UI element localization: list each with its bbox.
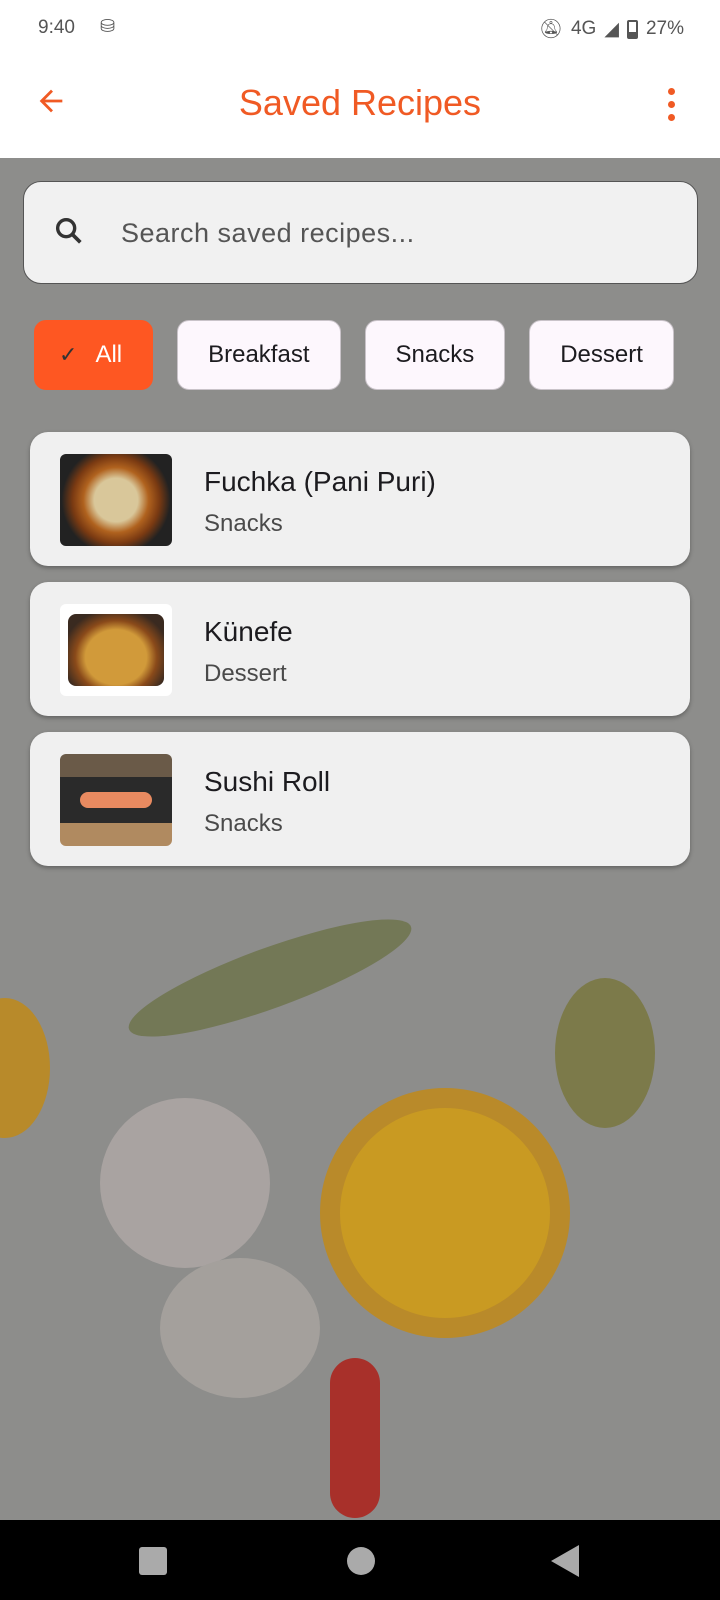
check-icon: ✓ xyxy=(59,342,78,367)
more-options-button[interactable] xyxy=(668,88,676,127)
back-nav-button[interactable] xyxy=(551,1545,579,1577)
search-icon xyxy=(55,217,82,244)
battery-icon xyxy=(626,19,638,39)
filter-chip-dessert[interactable]: Dessert xyxy=(529,320,674,390)
chip-label: Dessert xyxy=(560,341,643,368)
recipe-name: Künefe xyxy=(204,616,293,647)
search-input[interactable]: Search saved recipes... xyxy=(23,181,698,284)
recipe-name: Sushi Roll xyxy=(204,766,331,797)
home-button[interactable] xyxy=(347,1547,375,1575)
search-placeholder: Search saved recipes... xyxy=(121,218,415,248)
page-title: Saved Recipes xyxy=(238,82,482,123)
recipe-name: Fuchka (Pani Puri) xyxy=(204,466,436,497)
recipe-card[interactable]: Fuchka (Pani Puri) Snacks xyxy=(30,432,690,566)
notifications-off-icon: 🔕︎ xyxy=(538,19,563,40)
chip-label: Breakfast xyxy=(208,341,310,368)
category-filters: ✓ All Breakfast Snacks Dessert xyxy=(34,320,674,390)
signal-icon: ◢ xyxy=(604,18,619,40)
chip-label: Snacks xyxy=(395,341,475,368)
filter-chip-snacks[interactable]: Snacks xyxy=(364,320,506,390)
system-navigation-bar xyxy=(0,1520,720,1600)
status-bar: 9:40 ⛁ 🔕︎ 4G ◢ 27% xyxy=(0,0,720,56)
database-warning-icon: ⛁ xyxy=(100,16,116,36)
recipe-image xyxy=(60,604,172,696)
app-bar: Saved Recipes xyxy=(0,56,720,158)
filter-chip-all[interactable]: ✓ All xyxy=(34,320,154,390)
recipe-category: Dessert xyxy=(204,660,287,687)
battery-percent: 27% xyxy=(645,18,684,39)
recipe-category: Snacks xyxy=(204,510,283,537)
recipe-card[interactable]: Sushi Roll Snacks xyxy=(30,732,690,866)
recipe-card[interactable]: Künefe Dessert xyxy=(30,582,690,716)
recents-button[interactable] xyxy=(139,1547,167,1575)
status-time: 9:40 xyxy=(38,17,75,38)
more-vert-icon xyxy=(668,88,676,121)
recipe-image xyxy=(60,454,172,546)
filter-chip-breakfast[interactable]: Breakfast xyxy=(177,320,341,390)
recipe-image xyxy=(60,754,172,846)
recipe-category: Snacks xyxy=(204,810,283,837)
chip-label: All xyxy=(95,341,123,368)
network-type: 4G xyxy=(570,18,597,39)
